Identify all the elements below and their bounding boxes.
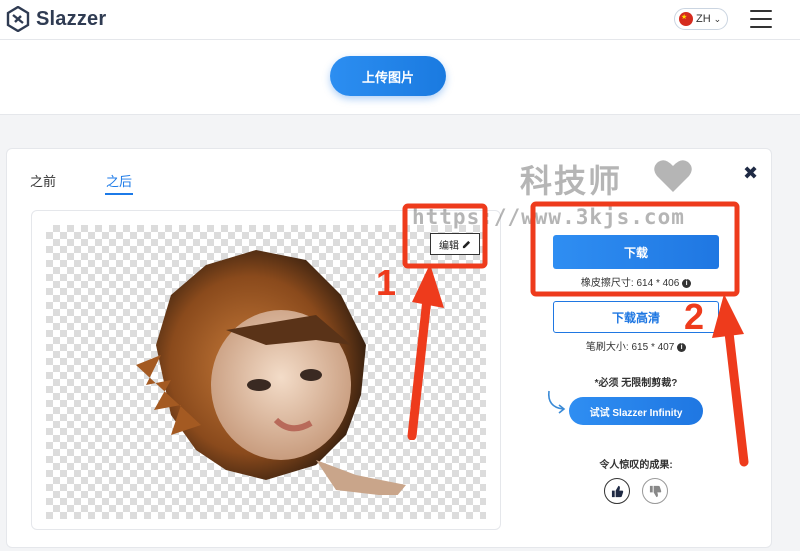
logo-text: Slazzer	[36, 7, 107, 30]
curved-arrow-icon	[547, 390, 566, 414]
download-button[interactable]: 下载	[553, 235, 719, 269]
thumbs-up-icon[interactable]	[604, 478, 630, 504]
eraser-size-label: 橡皮擦尺寸: 614 * 406	[580, 278, 680, 289]
amazing-results-label: 令人惊叹的成果:	[599, 460, 673, 471]
eraser-size-text: 橡皮擦尺寸: 614 * 406 i	[553, 274, 719, 289]
info-icon[interactable]: i	[677, 342, 687, 352]
logo[interactable]: Slazzer	[6, 6, 106, 32]
try-infinity-button[interactable]: 试试 Slazzer Infinity	[569, 397, 703, 425]
upload-image-button[interactable]: 上传图片	[330, 56, 446, 96]
language-selector[interactable]: ZH ⌄	[674, 8, 728, 30]
image-preview: 编辑	[31, 210, 501, 530]
result-card: 之前 之后 ✖ 编辑 下载 橡皮擦尺寸: 614 * 406 i 下载高清 笔刷…	[6, 148, 772, 548]
chevron-down-icon: ⌄	[713, 13, 722, 24]
slazzer-logo-icon	[6, 6, 30, 32]
brush-size-label: 笔刷大小: 615 * 407	[585, 342, 675, 353]
close-icon[interactable]: ✖	[743, 163, 758, 184]
china-flag-icon	[679, 12, 693, 26]
edit-button[interactable]: 编辑	[430, 233, 480, 255]
unlimited-cutout-prompt: *必须 无限制剪裁?	[594, 378, 678, 389]
upload-section: 上传图片	[0, 40, 800, 115]
cutout-subject-image	[136, 250, 406, 495]
tab-before[interactable]: 之前	[30, 171, 56, 190]
tab-after[interactable]: 之后	[106, 171, 132, 190]
edit-label: 编辑	[439, 240, 459, 252]
info-icon[interactable]: i	[682, 278, 692, 288]
pencil-icon	[462, 240, 471, 248]
active-tab-underline	[105, 193, 133, 195]
download-hd-button[interactable]: 下载高清	[553, 301, 719, 333]
language-code: ZH	[696, 13, 711, 25]
thumbs-down-icon[interactable]	[642, 478, 668, 504]
brush-size-text: 笔刷大小: 615 * 407 i	[553, 338, 719, 353]
transparent-background	[46, 225, 486, 519]
top-navbar: Slazzer ZH ⌄	[0, 0, 800, 40]
hamburger-icon[interactable]	[750, 10, 772, 28]
